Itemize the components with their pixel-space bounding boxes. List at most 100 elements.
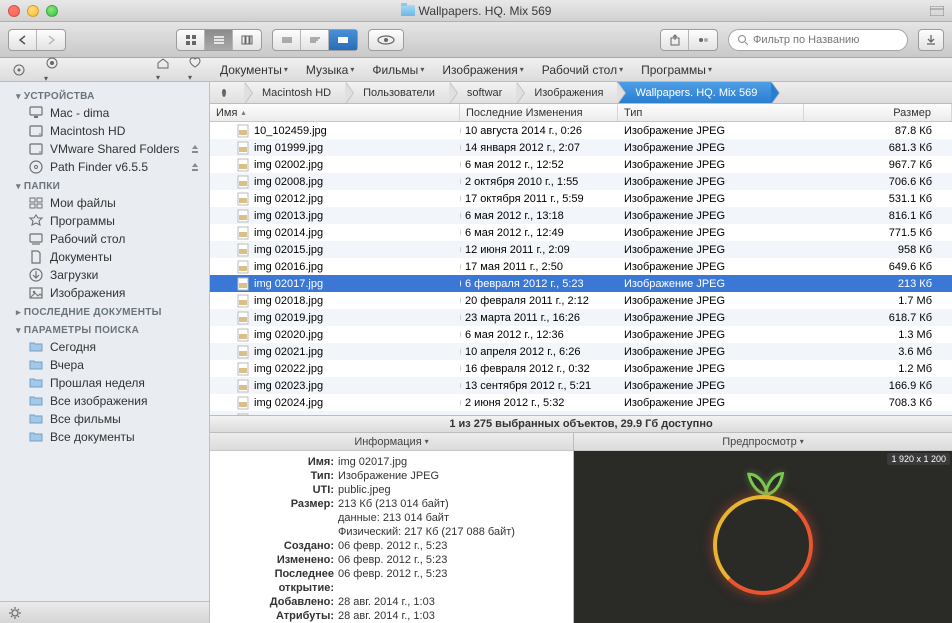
- breadcrumb-3[interactable]: Изображения: [516, 82, 617, 103]
- sidebar-item-Все документы[interactable]: Все документы: [0, 428, 209, 446]
- quicklook-button[interactable]: [368, 29, 404, 51]
- col-type-header[interactable]: Тип: [618, 104, 804, 121]
- sidebar-item-label: Macintosh HD: [50, 124, 125, 138]
- file-row[interactable]: img 02017.jpg➜6 февраля 2012 г., 5:23Изо…: [210, 275, 952, 292]
- menu-Фильмы[interactable]: Фильмы ▾: [372, 63, 424, 77]
- minimize-button[interactable]: [27, 5, 39, 17]
- sidebar-item-Mac - dima[interactable]: Mac - dima: [0, 104, 209, 122]
- open-arrow-icon[interactable]: ➜: [460, 311, 461, 324]
- file-row[interactable]: img 02018.jpg➜20 февраля 2011 г., 2:12Из…: [210, 292, 952, 309]
- open-arrow-icon[interactable]: ➜: [460, 379, 461, 392]
- sidebar-group-3[interactable]: ▾ ПАРАМЕТРЫ ПОИСКА: [0, 320, 209, 338]
- desktop-icon: [28, 232, 44, 246]
- file-row[interactable]: img 02008.jpg➜2 октября 2010 г., 1:55Изо…: [210, 173, 952, 190]
- menu-Изображения[interactable]: Изображения ▾: [442, 63, 523, 77]
- menu-Программы[interactable]: Программы ▾: [641, 63, 712, 77]
- gear-icon[interactable]: [8, 606, 22, 620]
- search-input[interactable]: [753, 34, 899, 46]
- open-arrow-icon[interactable]: ➜: [460, 141, 461, 154]
- eject-icon[interactable]: [189, 161, 201, 173]
- file-row[interactable]: img 02012.jpg➜17 октября 2011 г., 5:59Из…: [210, 190, 952, 207]
- file-row[interactable]: img 02023.jpg➜13 сентября 2012 г., 5:21И…: [210, 377, 952, 394]
- file-row[interactable]: 10_102459.jpg➜10 августа 2014 г., 0:26Из…: [210, 122, 952, 139]
- icon-view-button[interactable]: [177, 30, 205, 50]
- view-options-icon[interactable]: ▾: [44, 56, 60, 84]
- sidebar-item-Сегодня[interactable]: Сегодня: [0, 338, 209, 356]
- arrange-2-button[interactable]: [301, 30, 329, 50]
- sidebar-item-Вчера[interactable]: Вчера: [0, 356, 209, 374]
- file-list[interactable]: 10_102459.jpg➜10 августа 2014 г., 0:26Из…: [210, 122, 952, 415]
- download-button[interactable]: [918, 29, 944, 51]
- breadcrumb-1[interactable]: Пользователи: [345, 82, 449, 103]
- menu-Музыка[interactable]: Музыка ▾: [306, 63, 354, 77]
- sidebar-item-Документы[interactable]: Документы: [0, 248, 209, 266]
- tags-button[interactable]: [689, 30, 717, 50]
- col-date-header[interactable]: Последние Изменения: [460, 104, 618, 121]
- favorite-icon[interactable]: ▾: [188, 57, 202, 83]
- open-arrow-icon[interactable]: ➜: [460, 277, 461, 290]
- open-arrow-icon[interactable]: ➜: [460, 209, 461, 222]
- file-row[interactable]: img 02016.jpg➜17 мая 2011 г., 2:50Изобра…: [210, 258, 952, 275]
- search-field[interactable]: [728, 29, 908, 51]
- sidebar-item-Рабочий стол[interactable]: Рабочий стол: [0, 230, 209, 248]
- sidebar-item-Path Finder v6.5.5[interactable]: Path Finder v6.5.5: [0, 158, 209, 176]
- sidebar-group-1[interactable]: ▾ ПАПКИ: [0, 176, 209, 194]
- breadcrumb-4[interactable]: Wallpapers. HQ. Mix 569: [617, 82, 771, 103]
- sidebar-item-Программы[interactable]: Программы: [0, 212, 209, 230]
- sidebar-item-VMware Shared Folders[interactable]: VMware Shared Folders: [0, 140, 209, 158]
- home-icon[interactable]: ▾: [156, 57, 170, 83]
- menu-Рабочий стол[interactable]: Рабочий стол ▾: [542, 63, 623, 77]
- toggle-toolbar-icon[interactable]: [930, 6, 944, 16]
- sidebar-item-Все фильмы[interactable]: Все фильмы: [0, 410, 209, 428]
- col-name-header[interactable]: Имя▴: [210, 104, 460, 121]
- eject-icon[interactable]: [189, 143, 201, 155]
- col-size-header[interactable]: Размер: [804, 104, 952, 121]
- sidebar-group-2[interactable]: ▸ ПОСЛЕДНИЕ ДОКУМЕНТЫ: [0, 302, 209, 320]
- sidebar-item-Прошлая неделя[interactable]: Прошлая неделя: [0, 374, 209, 392]
- file-row[interactable]: img 02021.jpg➜10 апреля 2012 г., 6:26Изо…: [210, 343, 952, 360]
- open-arrow-icon[interactable]: ➜: [460, 243, 461, 256]
- open-arrow-icon[interactable]: ➜: [460, 328, 461, 341]
- file-row[interactable]: img 01999.jpg➜14 января 2012 г., 2:07Изо…: [210, 139, 952, 156]
- open-arrow-icon[interactable]: ➜: [460, 175, 461, 188]
- menu-Документы[interactable]: Документы ▾: [220, 63, 288, 77]
- file-row[interactable]: img 02020.jpg➜6 мая 2012 г., 12:36Изобра…: [210, 326, 952, 343]
- open-arrow-icon[interactable]: ➜: [460, 158, 461, 171]
- back-button[interactable]: [9, 30, 37, 50]
- file-row[interactable]: img 02014.jpg➜6 мая 2012 г., 12:49Изобра…: [210, 224, 952, 241]
- sidebar-item-Macintosh HD[interactable]: Macintosh HD: [0, 122, 209, 140]
- column-view-button[interactable]: [233, 30, 261, 50]
- breadcrumb-2[interactable]: softwar: [449, 82, 516, 103]
- file-row[interactable]: img 02022.jpg➜16 февраля 2012 г., 0:32Из…: [210, 360, 952, 377]
- open-arrow-icon[interactable]: ➜: [460, 362, 461, 375]
- apple-crumb[interactable]: [210, 82, 244, 103]
- open-arrow-icon[interactable]: ➜: [460, 260, 461, 273]
- close-button[interactable]: [8, 5, 20, 17]
- sidebar-item-Загрузки[interactable]: Загрузки: [0, 266, 209, 284]
- sidebar-item-Все изображения[interactable]: Все изображения: [0, 392, 209, 410]
- file-row[interactable]: img 02019.jpg➜23 марта 2011 г., 16:26Изо…: [210, 309, 952, 326]
- file-row[interactable]: img 02013.jpg➜6 мая 2012 г., 13:18Изобра…: [210, 207, 952, 224]
- file-row[interactable]: img 02002.jpg➜6 мая 2012 г., 12:52Изобра…: [210, 156, 952, 173]
- sidebar-item-Изображения[interactable]: Изображения: [0, 284, 209, 302]
- open-arrow-icon[interactable]: ➜: [460, 226, 461, 239]
- zoom-button[interactable]: [46, 5, 58, 17]
- path-icon[interactable]: [12, 63, 26, 77]
- open-arrow-icon[interactable]: ➜: [460, 294, 461, 307]
- share-button[interactable]: [661, 30, 689, 50]
- file-row[interactable]: img 02015.jpg➜12 июня 2011 г., 2:09Изобр…: [210, 241, 952, 258]
- forward-button[interactable]: [37, 30, 65, 50]
- preview-pane-header[interactable]: Предпросмотр▾: [574, 433, 952, 451]
- list-view-button[interactable]: [205, 30, 233, 50]
- breadcrumb-0[interactable]: Macintosh HD: [244, 82, 345, 103]
- sidebar-group-0[interactable]: ▾ УСТРОЙСТВА: [0, 86, 209, 104]
- arrange-3-button[interactable]: [329, 30, 357, 50]
- open-arrow-icon[interactable]: ➜: [460, 345, 461, 358]
- info-pane-header[interactable]: Информация▾: [210, 433, 573, 451]
- arrange-1-button[interactable]: [273, 30, 301, 50]
- file-row[interactable]: img 02024.jpg➜2 июня 2012 г., 5:32Изобра…: [210, 394, 952, 411]
- open-arrow-icon[interactable]: ➜: [460, 192, 461, 205]
- open-arrow-icon[interactable]: ➜: [460, 396, 461, 409]
- open-arrow-icon[interactable]: ➜: [460, 124, 461, 137]
- sidebar-item-Мои файлы[interactable]: Мои файлы: [0, 194, 209, 212]
